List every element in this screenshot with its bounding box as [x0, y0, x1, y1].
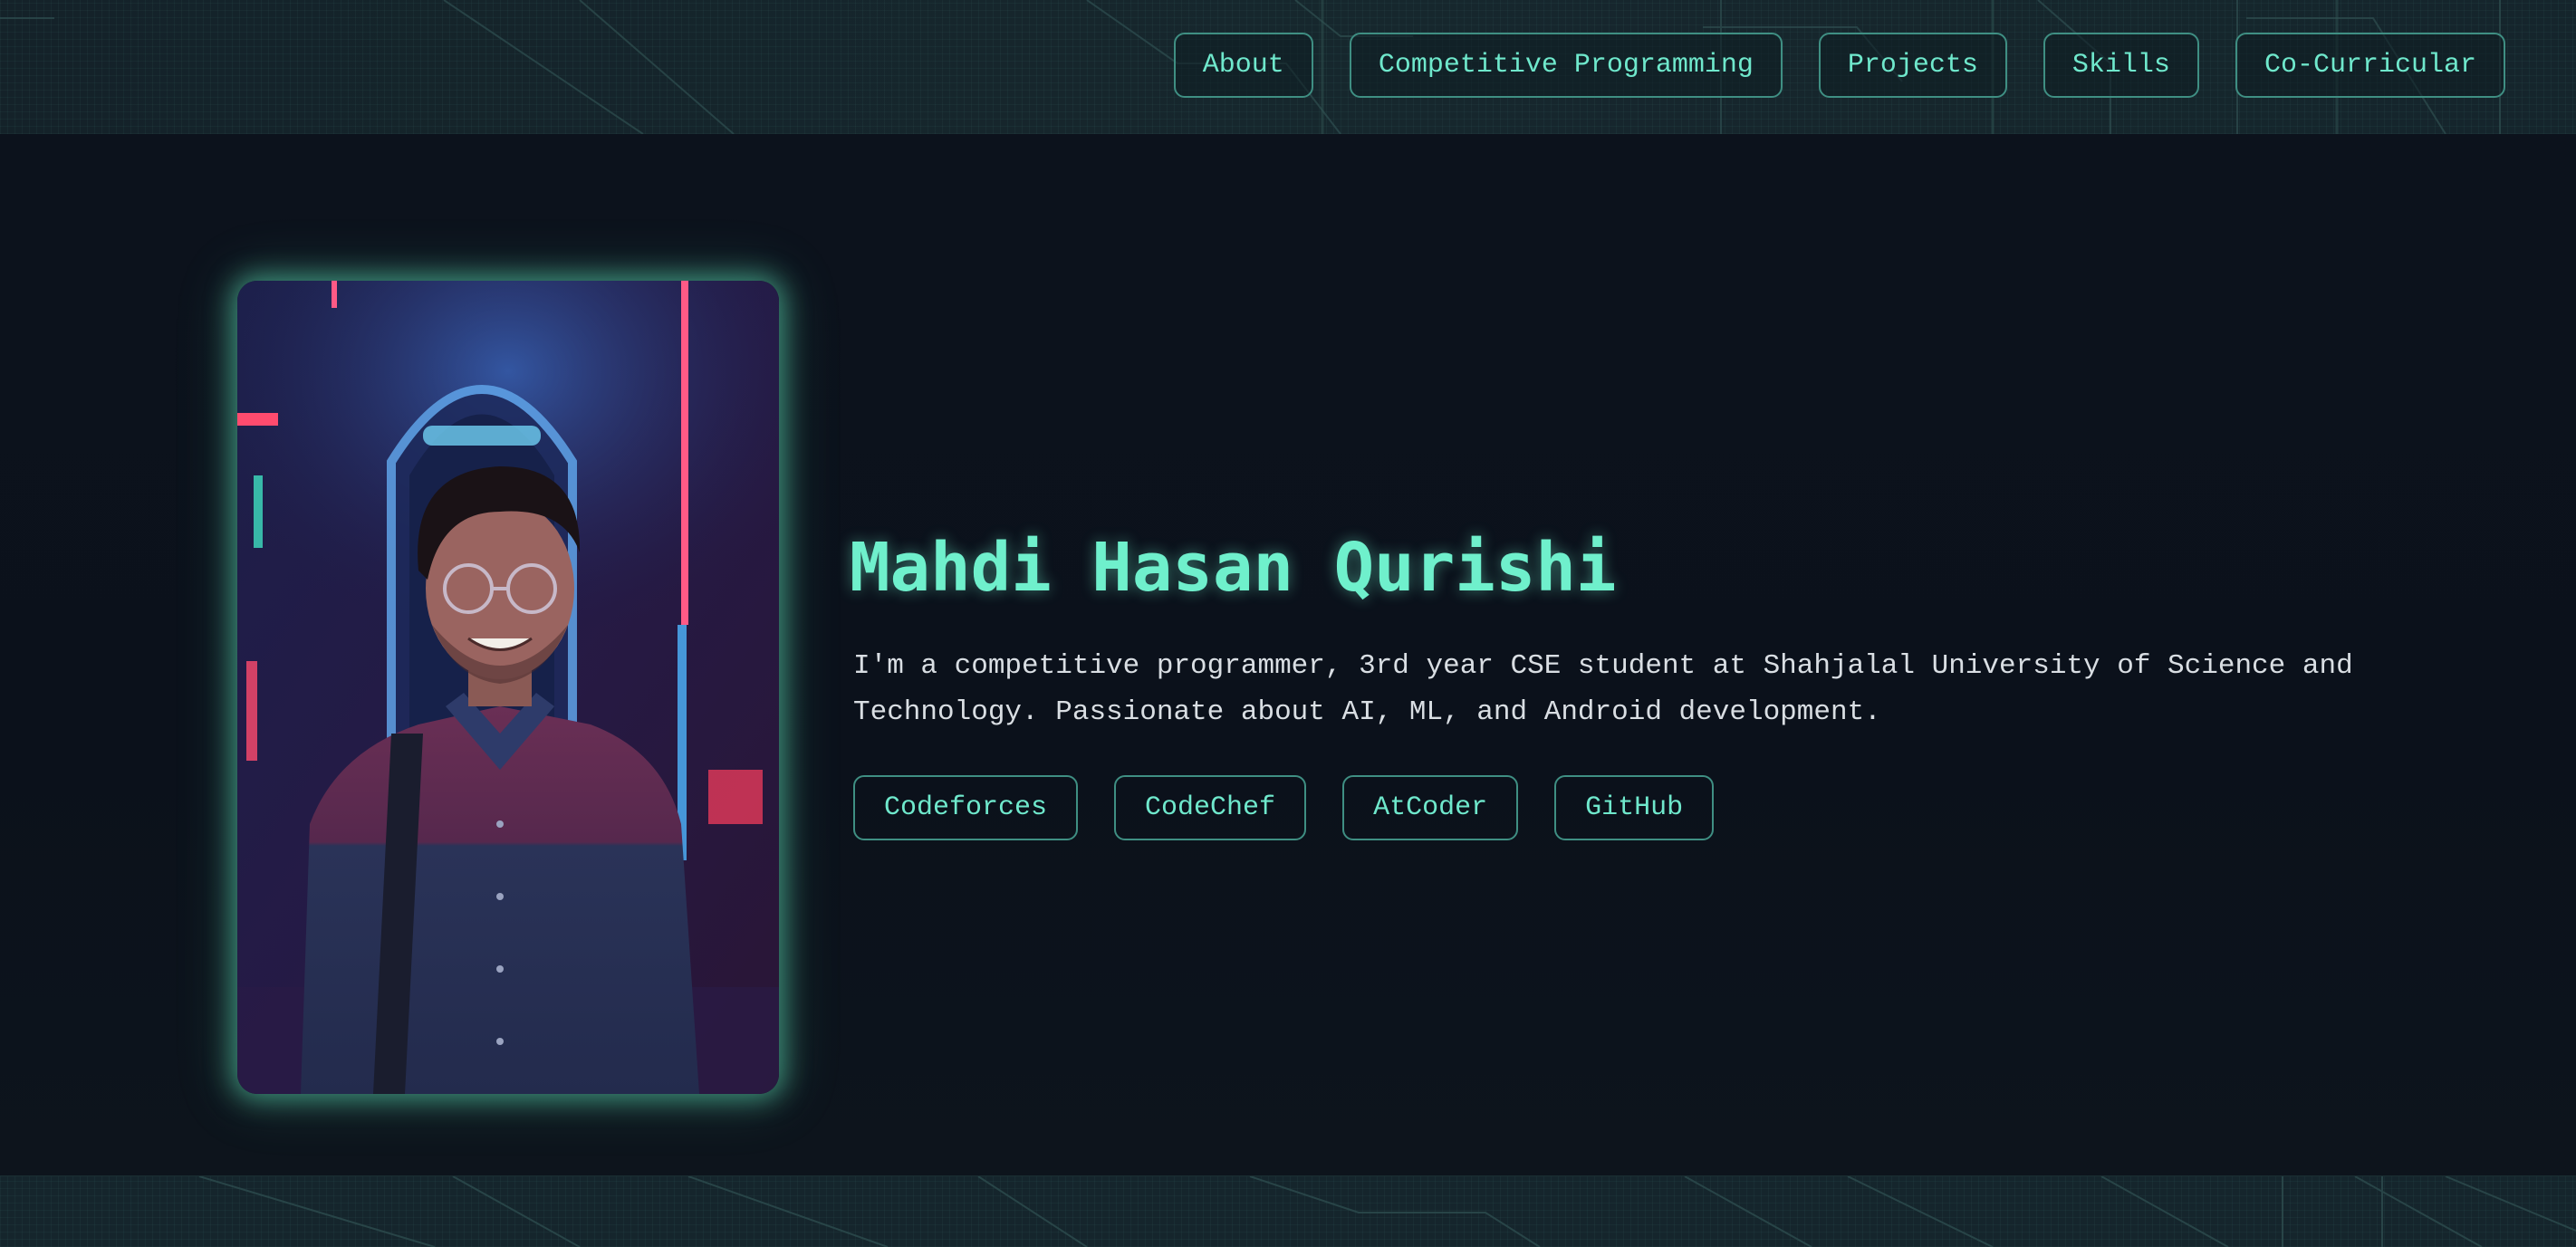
nav-competitive-programming[interactable]: Competitive Programming — [1349, 33, 1783, 98]
bottom-strip — [0, 1175, 2576, 1247]
profile-photo-illustration — [237, 281, 779, 1094]
profile-photo — [237, 281, 779, 1094]
nav-skills[interactable]: Skills — [2043, 33, 2199, 98]
circuit-pattern-bottom — [198, 1176, 2576, 1247]
top-navigation-bar: About Competitive Programming Projects S… — [0, 0, 2576, 135]
atcoder-link[interactable]: AtCoder — [1342, 775, 1519, 840]
hero-bio: I'm a competitive programmer, 3rd year C… — [853, 650, 2353, 728]
github-link[interactable]: GitHub — [1554, 775, 1715, 840]
codeforces-link[interactable]: Codeforces — [853, 775, 1079, 840]
nav-about[interactable]: About — [1173, 33, 1313, 98]
main-nav: About Competitive Programming Projects S… — [1173, 33, 2505, 98]
hero-section: Mahdi Hasan Qurishi I'm a competitive pr… — [0, 134, 2576, 1175]
hero-name: Mahdi Hasan Qurishi — [850, 529, 1617, 607]
codechef-link[interactable]: CodeChef — [1114, 775, 1307, 840]
profile-links: Codeforces CodeChef AtCoder GitHub — [853, 775, 1715, 840]
nav-projects[interactable]: Projects — [1818, 33, 2007, 98]
nav-co-curricular[interactable]: Co-Curricular — [2235, 33, 2505, 98]
